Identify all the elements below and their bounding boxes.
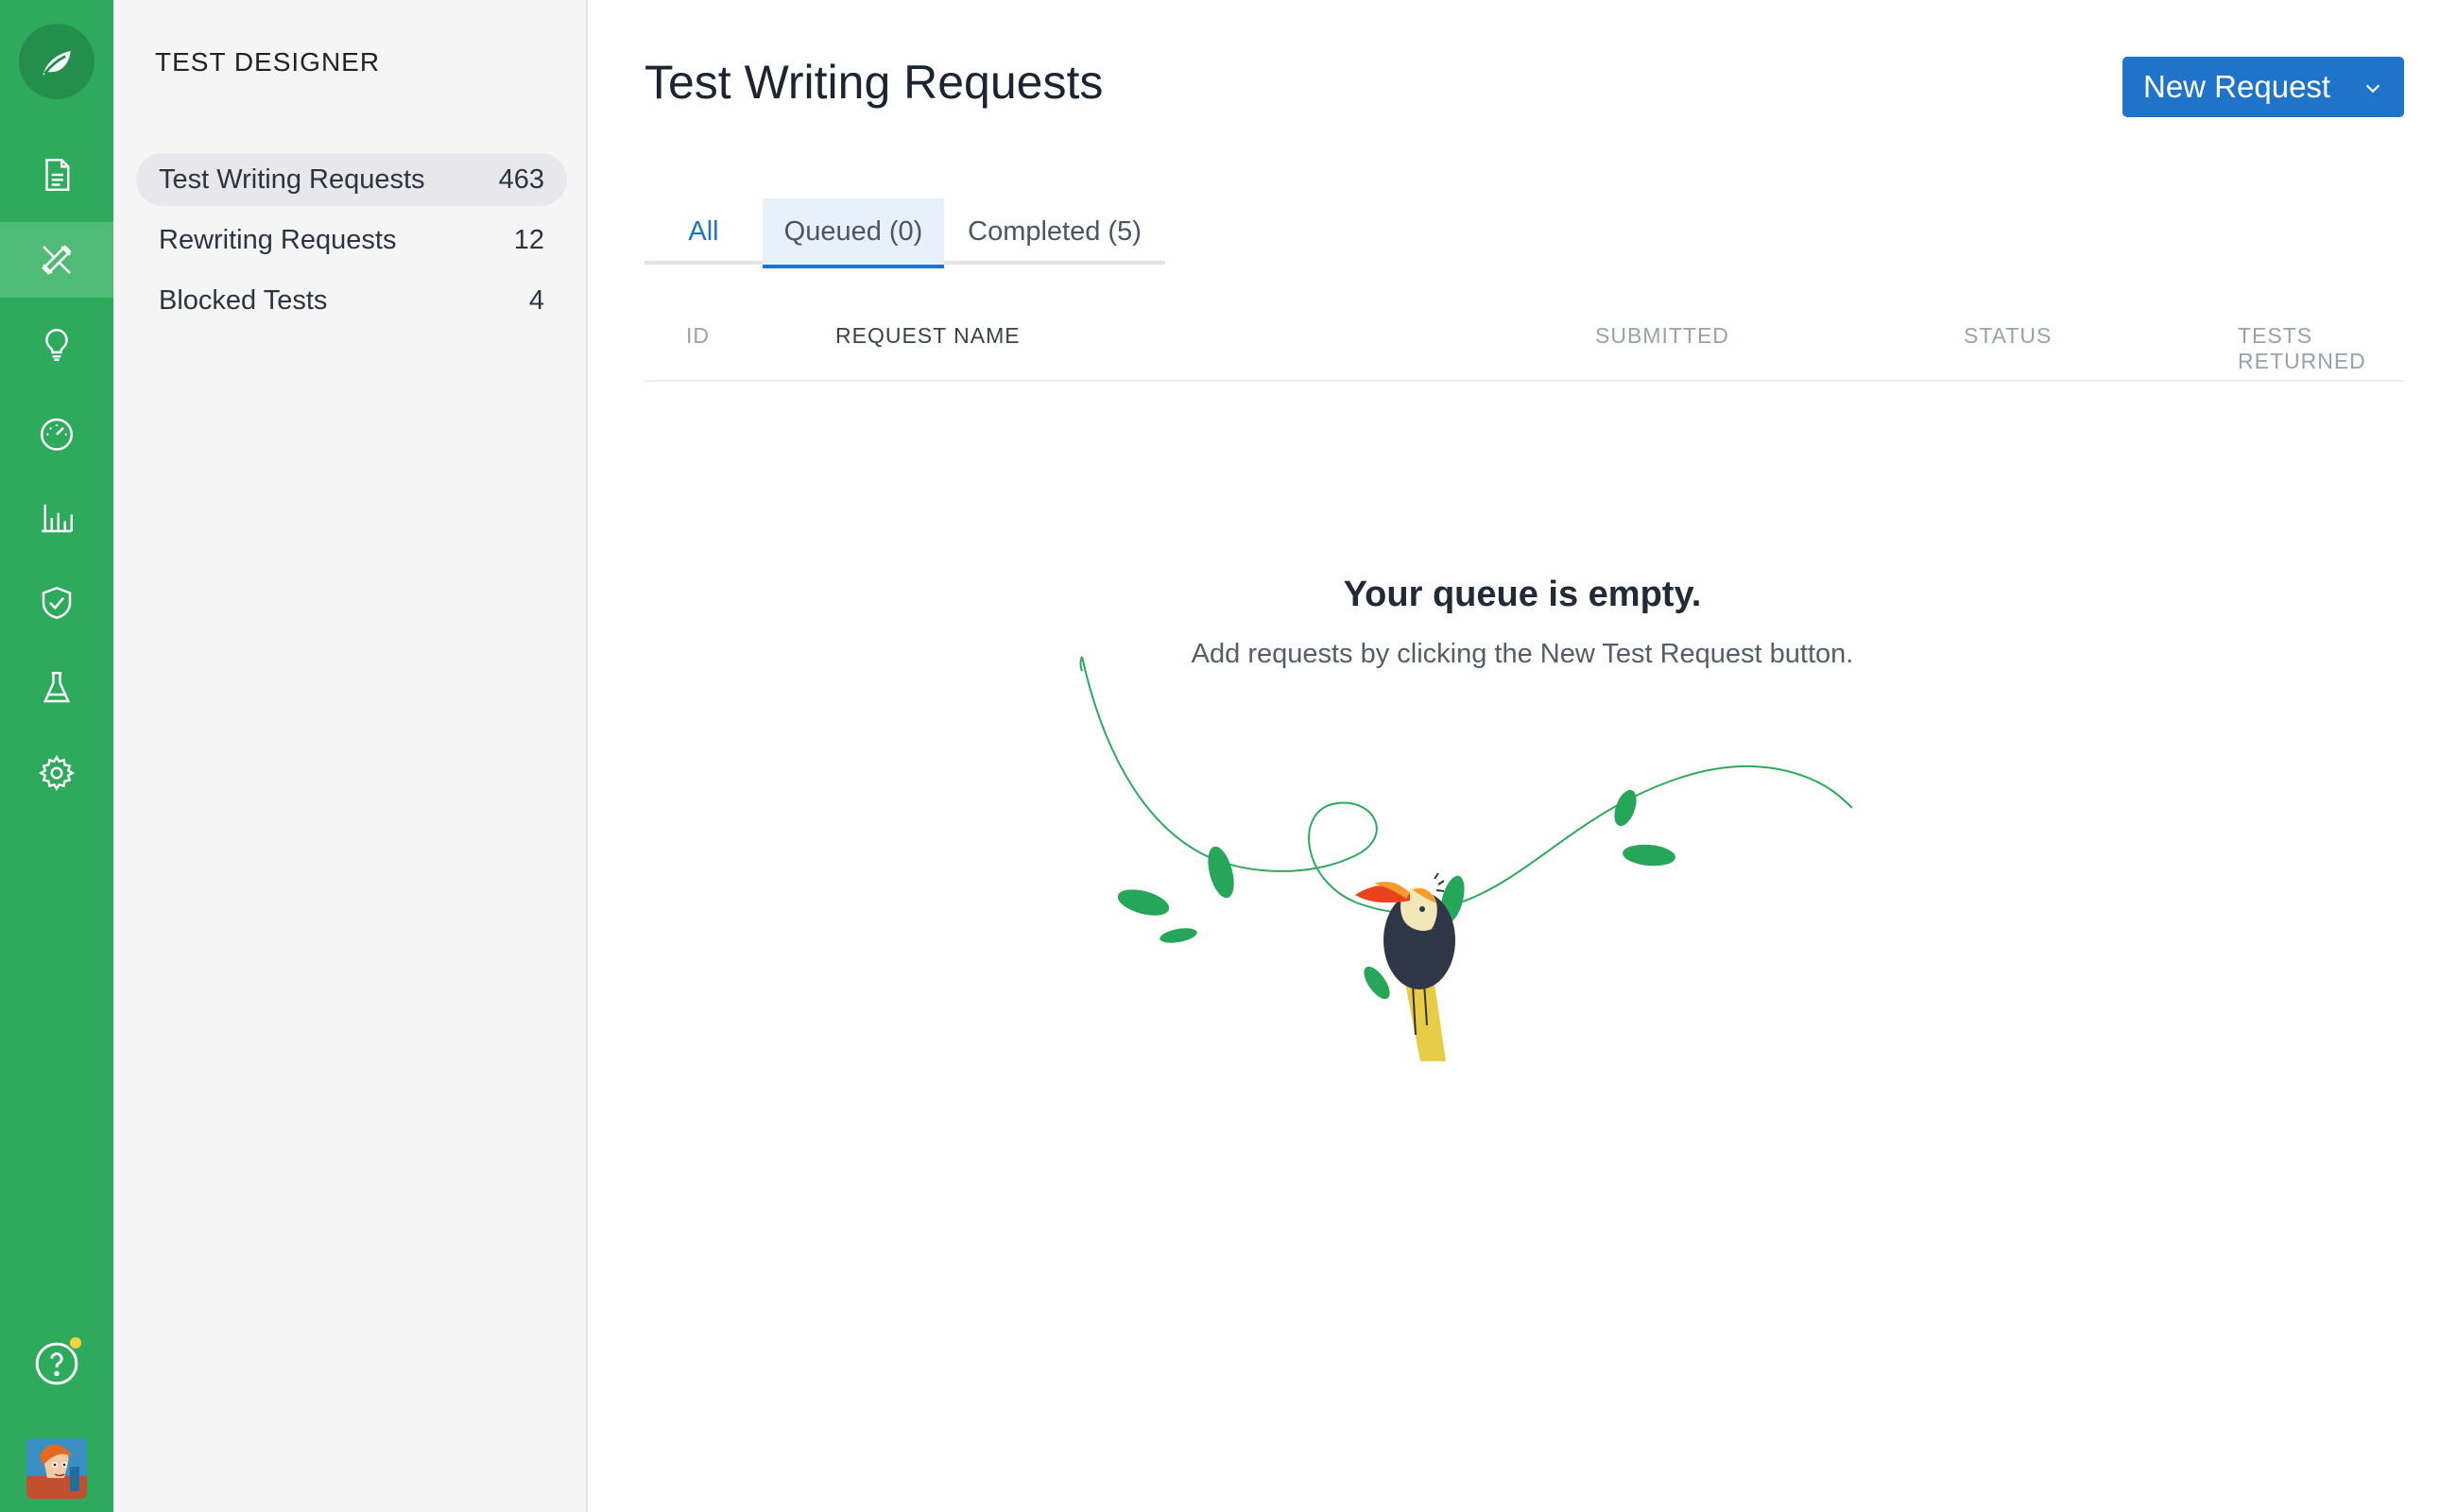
column-header-request-name[interactable]: REQUEST NAME: [835, 323, 1021, 349]
design-tools-icon[interactable]: [0, 222, 113, 298]
sidebar-item-label: Test Writing Requests: [159, 163, 425, 195]
gear-icon[interactable]: [0, 735, 113, 811]
column-header-tests-returned[interactable]: TESTS RETURNED: [2238, 323, 2404, 374]
sidebar-item-rewriting-requests[interactable]: Rewriting Requests 12: [136, 214, 567, 266]
column-header-submitted[interactable]: SUBMITTED: [1595, 323, 1729, 349]
sidebar-item-label: Blocked Tests: [159, 284, 328, 316]
sidebar-item-label: Rewriting Requests: [159, 224, 397, 255]
sidebar-item-count: 12: [513, 224, 544, 255]
sidebar-item-blocked-tests[interactable]: Blocked Tests 4: [136, 274, 567, 327]
shield-check-icon[interactable]: [0, 565, 113, 641]
tab-queued[interactable]: Queued (0): [763, 198, 944, 268]
column-header-id[interactable]: ID: [686, 323, 710, 349]
app: TEST DESIGNER Test Writing Requests 463 …: [0, 0, 2457, 1512]
request-tabs: All Queued (0) Completed (5): [644, 198, 1165, 268]
sidebar-item-count: 463: [498, 163, 544, 195]
secondary-sidebar: TEST DESIGNER Test Writing Requests 463 …: [113, 0, 588, 1512]
help-icon[interactable]: [33, 1335, 83, 1387]
lightbulb-icon[interactable]: [0, 307, 113, 383]
user-avatar[interactable]: [26, 1438, 87, 1499]
tab-all[interactable]: All: [644, 198, 763, 265]
icon-rail: [0, 0, 113, 1512]
chevron-down-icon: [2365, 84, 2380, 94]
sidebar-section-title: TEST DESIGNER: [155, 47, 381, 77]
sidebar-item-count: 4: [528, 284, 544, 316]
toucan-illustration: [1079, 656, 1853, 1061]
sidebar-item-test-writing-requests[interactable]: Test Writing Requests 463: [136, 153, 567, 206]
notification-dot: [68, 1335, 83, 1350]
leaf-logo-icon[interactable]: [19, 24, 94, 99]
page-title: Test Writing Requests: [644, 56, 1104, 109]
tab-completed[interactable]: Completed (5): [944, 198, 1165, 265]
new-request-button[interactable]: New Request: [2122, 57, 2404, 117]
column-header-status[interactable]: STATUS: [1964, 323, 2052, 349]
document-icon[interactable]: [0, 137, 113, 213]
flask-icon[interactable]: [0, 650, 113, 726]
table-header: ID REQUEST NAME SUBMITTED STATUS TESTS R…: [644, 301, 2404, 382]
bar-chart-icon[interactable]: [0, 480, 113, 556]
new-request-label: New Request: [2143, 69, 2331, 104]
empty-state-title: Your queue is empty.: [1343, 575, 1702, 614]
dashboard-gauge-icon[interactable]: [0, 395, 113, 471]
